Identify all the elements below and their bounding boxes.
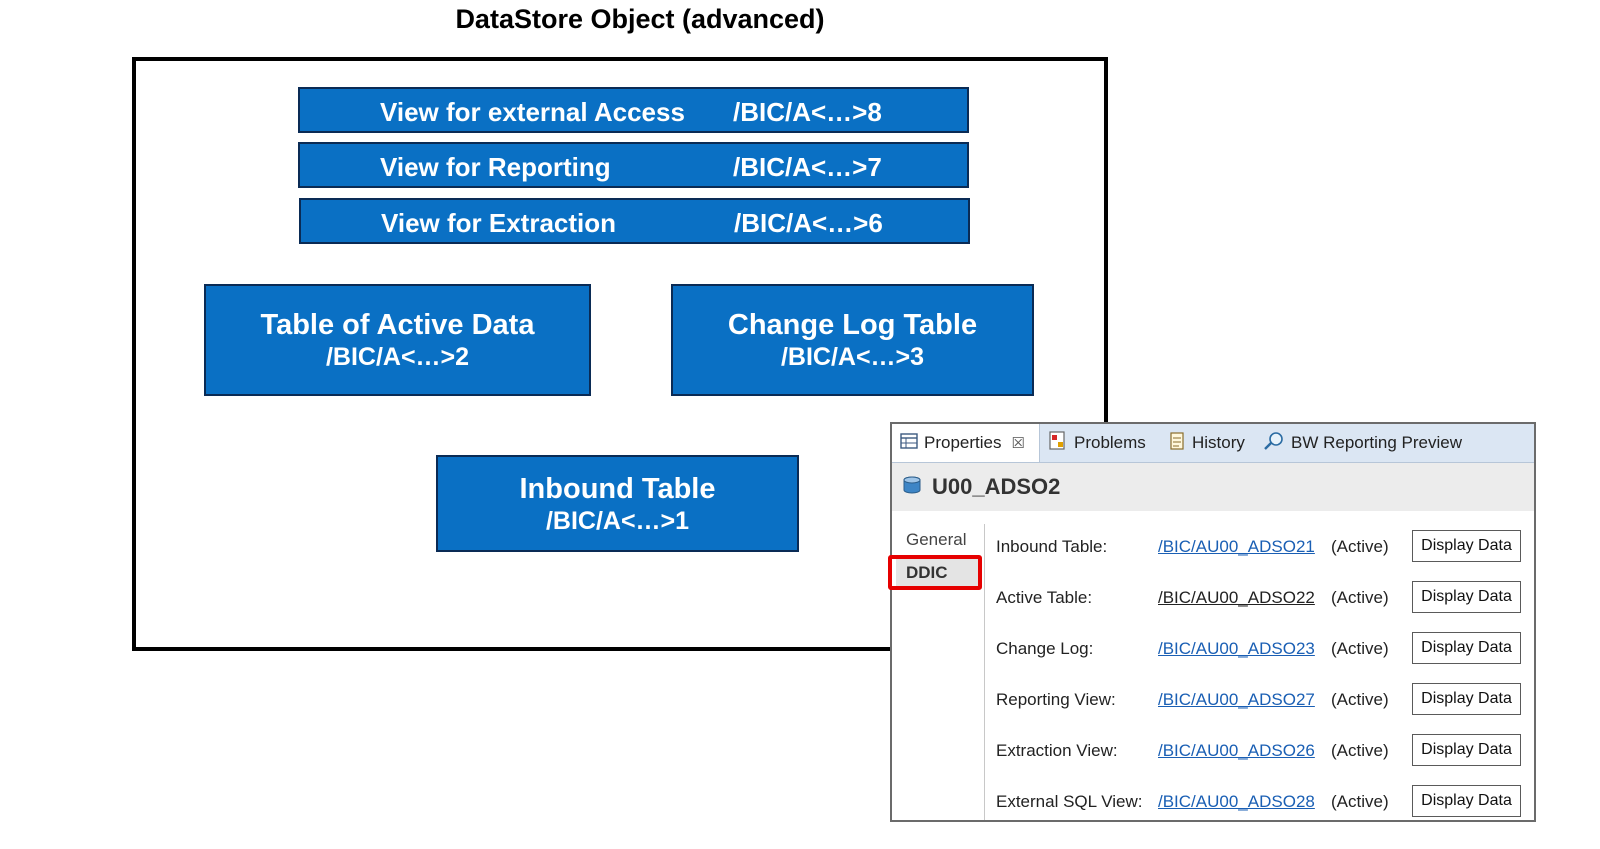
- tab-label: Problems: [1074, 433, 1146, 452]
- view-label: View for Reporting: [380, 152, 611, 182]
- view-code: /BIC/A<…>6: [734, 208, 883, 238]
- view-tab-bar: Properties ☒ Problems History BW Reporti…: [892, 424, 1534, 463]
- ddic-row-inbound: Inbound Table: /BIC/AU00_ADSO21 (Active)…: [996, 530, 1526, 564]
- display-data-button[interactable]: Display Data: [1412, 785, 1521, 817]
- active-data-table-box: Table of Active Data /BIC/A<…>2: [204, 284, 591, 396]
- tab-bw-reporting-preview[interactable]: BW Reporting Preview: [1263, 424, 1462, 462]
- ddic-row-extraction-view: Extraction View: /BIC/AU00_ADSO26 (Activ…: [996, 734, 1526, 768]
- status-text: (Active): [1331, 792, 1389, 811]
- ddic-row-external-sql-view: External SQL View: /BIC/AU00_ADSO28 (Act…: [996, 785, 1526, 819]
- status-text: (Active): [1331, 639, 1389, 658]
- view-external-access-box: View for external Access /BIC/A<…>8: [298, 87, 969, 133]
- status-text: (Active): [1331, 588, 1389, 607]
- table-code: /BIC/A<…>1: [545, 506, 690, 535]
- reporting-preview-icon: [1263, 431, 1285, 456]
- ddic-row-active: Active Table: /BIC/AU00_ADSO22 (Active) …: [996, 581, 1526, 615]
- tab-label: Properties: [924, 433, 1002, 452]
- view-label: View for Extraction: [381, 208, 617, 238]
- tab-problems[interactable]: Problems: [1048, 424, 1146, 462]
- table-link[interactable]: /BIC/AU00_ADSO27: [1158, 690, 1315, 710]
- display-data-button[interactable]: Display Data: [1412, 734, 1521, 766]
- view-extraction-box: View for Extraction /BIC/A<…>6: [299, 198, 970, 244]
- table-link[interactable]: /BIC/AU00_ADSO26: [1158, 741, 1315, 761]
- table-link[interactable]: /BIC/AU00_ADSO28: [1158, 792, 1315, 812]
- object-header: U00_ADSO2: [892, 463, 1534, 511]
- properties-icon: [900, 432, 918, 454]
- display-data-button[interactable]: Display Data: [1412, 581, 1521, 613]
- row-label: External SQL View:: [996, 792, 1143, 811]
- tab-properties[interactable]: Properties ☒: [892, 424, 1040, 462]
- table-link[interactable]: /BIC/AU00_ADSO23: [1158, 639, 1315, 659]
- row-label: Reporting View:: [996, 690, 1116, 709]
- ddic-row-reporting-view: Reporting View: /BIC/AU00_ADSO27 (Active…: [996, 683, 1526, 717]
- tab-label: BW Reporting Preview: [1291, 433, 1463, 452]
- status-text: (Active): [1331, 537, 1389, 556]
- row-label: Inbound Table:: [996, 537, 1108, 556]
- display-data-button[interactable]: Display Data: [1412, 632, 1521, 664]
- ddic-row-change-log: Change Log: /BIC/AU00_ADSO23 (Active) Di…: [996, 632, 1526, 666]
- diagram-title: DataStore Object (advanced): [455, 4, 825, 34]
- problems-icon: [1048, 430, 1068, 456]
- table-link[interactable]: /BIC/AU00_ADSO21: [1158, 537, 1315, 557]
- view-reporting-box: View for Reporting /BIC/A<…>7: [298, 142, 969, 188]
- view-code: /BIC/A<…>7: [733, 152, 882, 182]
- row-label: Active Table:: [996, 588, 1093, 607]
- status-text: (Active): [1331, 690, 1389, 709]
- table-link[interactable]: /BIC/AU00_ADSO22: [1158, 588, 1315, 608]
- row-label: Extraction View:: [996, 741, 1118, 760]
- object-name: U00_ADSO2: [932, 474, 1061, 499]
- close-icon[interactable]: ☒: [1011, 434, 1024, 452]
- ddic-highlight-frame: [888, 555, 982, 590]
- properties-panel: Properties ☒ Problems History BW Reporti…: [890, 422, 1536, 822]
- status-text: (Active): [1331, 741, 1389, 760]
- history-icon: [1168, 431, 1186, 456]
- table-code: /BIC/A<…>3: [780, 343, 925, 371]
- view-label: View for external Access: [380, 97, 685, 127]
- side-tab-general[interactable]: General: [896, 524, 982, 556]
- database-icon: [902, 476, 922, 499]
- row-label: Change Log:: [996, 639, 1094, 658]
- table-name: Inbound Table: [519, 472, 716, 505]
- view-code: /BIC/A<…>8: [733, 97, 882, 127]
- change-log-table-box: Change Log Table /BIC/A<…>3: [671, 284, 1034, 396]
- display-data-button[interactable]: Display Data: [1412, 530, 1521, 562]
- inbound-table-box: Inbound Table /BIC/A<…>1: [436, 455, 799, 552]
- table-name: Table of Active Data: [260, 309, 535, 341]
- display-data-button[interactable]: Display Data: [1412, 683, 1521, 715]
- tab-history[interactable]: History: [1168, 424, 1245, 462]
- table-code: /BIC/A<…>2: [325, 343, 470, 371]
- tab-label: History: [1192, 433, 1245, 452]
- table-name: Change Log Table: [727, 309, 978, 341]
